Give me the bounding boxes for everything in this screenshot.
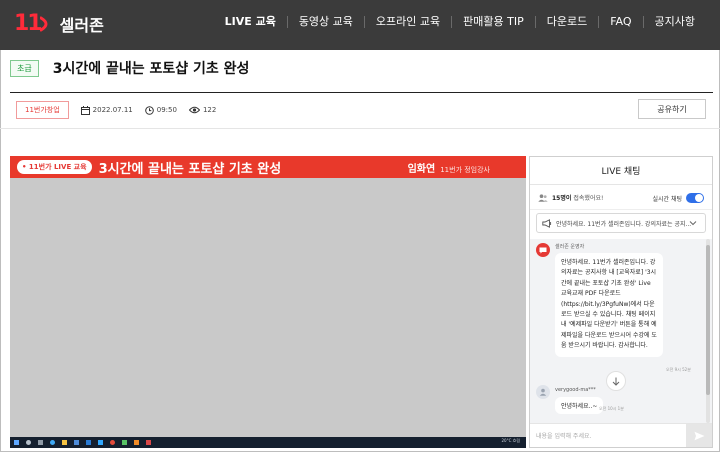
chat-messages[interactable]: 셀러존 운영자 안녕하세요. 11번가 셀러존입니다. 강의자료는 공지사항 내… — [530, 239, 712, 423]
page-title: 3시간에 끝내는 포토샵 기초 완성 — [52, 61, 250, 77]
presenter-info: 임화연 11번가 정임강사 — [408, 160, 490, 175]
user-avatar — [536, 385, 550, 399]
chat-scrollbar[interactable] — [706, 239, 710, 423]
title-divider — [10, 92, 713, 93]
scroll-down-button[interactable] — [606, 371, 626, 391]
presenter-name: 임화연 — [407, 164, 436, 175]
views-meta: 122 — [188, 106, 217, 114]
message-author: 셀러존 운영자 — [555, 244, 585, 250]
photoshop-icon — [98, 440, 103, 445]
task-view-icon — [38, 440, 43, 445]
time-meta: 09:50 — [144, 105, 177, 115]
nav-offline-education[interactable]: 오프라인 교육 — [363, 16, 451, 28]
store-icon — [74, 440, 79, 445]
viewers-count: 15명이 — [552, 195, 572, 202]
message-bubble: 안녕하세요..~ — [555, 397, 604, 414]
banner-title: 3시간에 끝내는 포토샵 기초 완성 — [98, 161, 282, 177]
search-icon — [26, 440, 31, 445]
send-button[interactable] — [686, 424, 712, 447]
chat-notice[interactable]: 안녕하세요. 11번가 셀러존입니다. 강의자료는 공지... — [536, 213, 706, 233]
top-navigation-bar: 11 셀러존 LIVE 교육 동영상 교육 오프라인 교육 판매활용 TIP 다… — [0, 0, 720, 50]
edge-icon — [50, 440, 55, 445]
realtime-chat-label: 실시간 채팅 — [652, 195, 682, 203]
app-icon — [122, 440, 127, 445]
operator-avatar — [536, 243, 550, 257]
nav-live-education[interactable]: LIVE 교육 — [214, 16, 287, 28]
send-icon — [694, 431, 704, 440]
message-time: 오전 9시 52분 — [666, 367, 691, 372]
logo-mark: 11 — [14, 11, 43, 36]
chrome-icon — [110, 440, 115, 445]
presenter-role: 11번가 정임강사 — [440, 166, 490, 174]
live-pill: • 11번가 LIVE 교육 — [17, 160, 92, 174]
calendar-icon — [80, 105, 90, 115]
app-icon — [134, 440, 139, 445]
chat-input-area — [530, 423, 712, 447]
level-badge: 초급 — [10, 59, 39, 77]
viewers-suffix: 접속했어요! — [573, 195, 604, 202]
megaphone-icon — [542, 218, 552, 228]
notice-text: 안녕하세요. 11번가 셀러존입니다. 강의자료는 공지... — [556, 220, 692, 228]
category-badge: 11번가창업 — [16, 101, 69, 119]
people-icon — [538, 193, 548, 202]
realtime-chat-toggle[interactable] — [686, 193, 704, 203]
realtime-toggle-group: 실시간 채팅 — [652, 193, 704, 203]
viewers-indicator: 15명이 접속했어요! — [538, 193, 603, 202]
nav-sales-tip[interactable]: 판매활용 TIP — [451, 16, 535, 28]
main-nav: LIVE 교육 동영상 교육 오프라인 교육 판매활용 TIP 다운로드 FAQ… — [214, 16, 706, 28]
course-date: 2022.07.11 — [92, 106, 133, 114]
logo[interactable]: 11 셀러존 — [14, 11, 104, 36]
view-count: 122 — [202, 106, 217, 114]
message-bubble: 안녕하세요. 11번가 셀러존입니다. 강의자료는 공지사항 내 [교육자료] … — [555, 253, 663, 357]
share-button[interactable]: 공유하기 — [638, 99, 706, 119]
chat-input[interactable] — [536, 429, 682, 443]
date-meta: 2022.07.11 — [80, 105, 133, 115]
chat-bubble-icon — [539, 247, 547, 253]
logo-text: 셀러존 — [59, 15, 104, 35]
meta-divider — [0, 128, 720, 129]
chat-status-bar: 15명이 접속했어요! 실시간 채팅 — [530, 186, 712, 210]
folder-icon — [62, 440, 67, 445]
chat-title: LIVE 채팅 — [530, 157, 712, 185]
message-time: 오전 10시 1분 — [599, 406, 624, 411]
logo-swoosh-icon — [39, 16, 48, 31]
video-player[interactable]: • 11번가 LIVE 교육 3시간에 끝내는 포토샵 기초 완성 임화연 11… — [10, 156, 526, 448]
user-icon — [539, 388, 547, 396]
course-time: 09:50 — [156, 106, 177, 114]
live-chat-panel: LIVE 채팅 15명이 접속했어요! 실시간 채팅 안녕하세요. 11번가 셀… — [529, 156, 713, 448]
clock-icon — [144, 105, 154, 115]
course-title-row: 초급 3시간에 끝내는 포토샵 기초 완성 — [10, 58, 249, 78]
eye-icon — [188, 106, 200, 114]
message-author: verygood-ma*** — [555, 387, 596, 393]
video-banner: • 11번가 LIVE 교육 3시간에 끝내는 포토샵 기초 완성 임화연 11… — [10, 156, 526, 178]
taskbar-weather: 20°C 흐림 — [501, 438, 520, 443]
windows-taskbar: 20°C 흐림 — [10, 437, 526, 448]
windows-start-icon — [14, 440, 19, 445]
arrow-down-icon — [612, 377, 620, 386]
nav-video-education[interactable]: 동영상 교육 — [286, 16, 364, 28]
nav-notice[interactable]: 공지사항 — [642, 16, 706, 28]
chevron-down-icon[interactable] — [689, 219, 697, 227]
app-icon — [146, 440, 151, 445]
chat-scrollbar-thumb[interactable] — [706, 245, 710, 395]
nav-download[interactable]: 다운로드 — [534, 16, 598, 28]
course-meta-row: 11번가창업 2022.07.11 09:50 122 공유하기 — [16, 99, 706, 119]
nav-faq[interactable]: FAQ — [598, 16, 642, 28]
mail-icon — [86, 440, 91, 445]
